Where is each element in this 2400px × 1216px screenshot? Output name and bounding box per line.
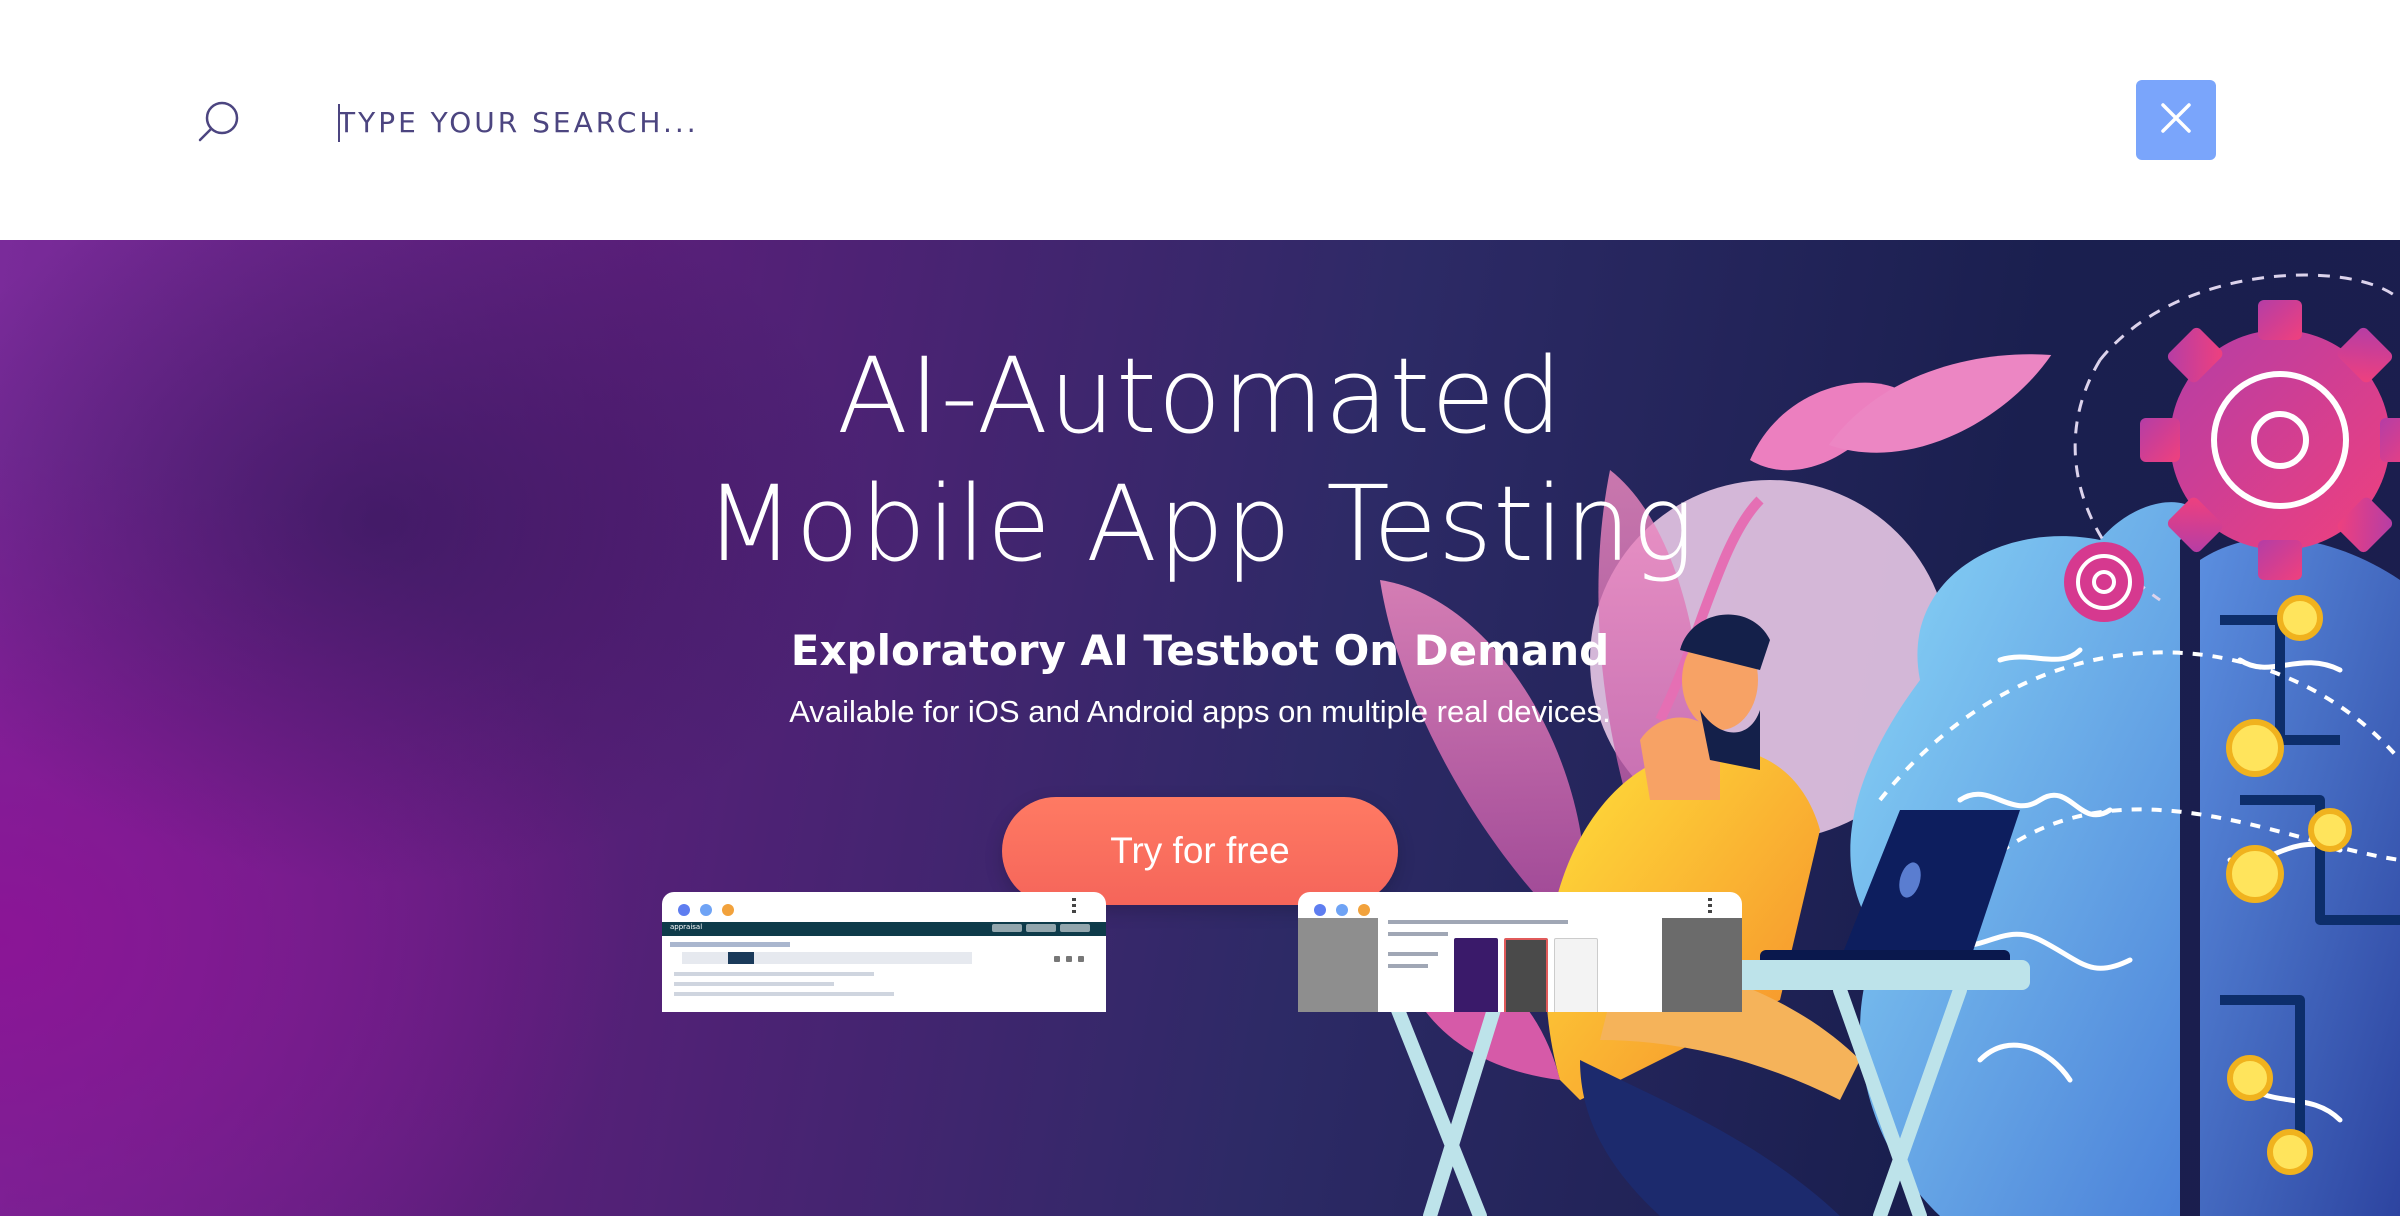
preview-tab-active [728,952,754,964]
preview-screenshot-thumb [1504,938,1548,1012]
preview-nav-item [1026,924,1056,932]
hero-title-line2: Mobile App Testing [704,463,1696,585]
preview-breadcrumb [670,942,790,947]
window-dot [1314,904,1326,916]
preview-sidebar [1298,918,1378,1012]
hero-section: AI-Automated Mobile App Testing Explorat… [0,240,2400,1216]
preview-nav-item [992,924,1022,932]
menu-icon [1072,898,1076,914]
preview-row [674,982,834,986]
preview-tool-icon [1066,956,1072,962]
preview-header-line [1388,920,1568,924]
preview-screenshot-thumb [1554,938,1598,1012]
search-bar [0,0,2400,240]
hero-subtitle: Exploratory AI Testbot On Demand [790,626,1610,675]
preview-list-line [1388,952,1438,956]
menu-icon [1708,898,1712,914]
search-input[interactable] [338,92,1838,152]
hero-description: Available for iOS and Android apps on mu… [789,694,1611,729]
window-dot [722,904,734,916]
window-dot [1358,904,1370,916]
preview-row [674,992,894,996]
preview-right-panel [1662,918,1742,1012]
close-icon [2159,101,2193,140]
hero-title-line1: AI-Automated [836,335,1564,457]
preview-logo: appraisal [670,923,703,931]
preview-row [674,972,874,976]
app-preview-card-1: appraisal [662,892,1106,1012]
text-caret [338,104,340,142]
preview-tool-icon [1078,956,1084,962]
window-dot [678,904,690,916]
try-for-free-button[interactable]: Try for free [1002,797,1398,905]
search-icon[interactable] [196,98,244,146]
preview-tabs [682,952,972,964]
close-search-button[interactable] [2136,80,2216,160]
preview-tool-icon [1054,956,1060,962]
preview-nav-item [1060,924,1090,932]
preview-header-line [1388,932,1448,936]
preview-screenshot-thumb [1454,938,1498,1012]
window-dot [1336,904,1348,916]
app-preview-card-2 [1298,892,1742,1012]
preview-list-line [1388,964,1428,968]
window-dot [700,904,712,916]
